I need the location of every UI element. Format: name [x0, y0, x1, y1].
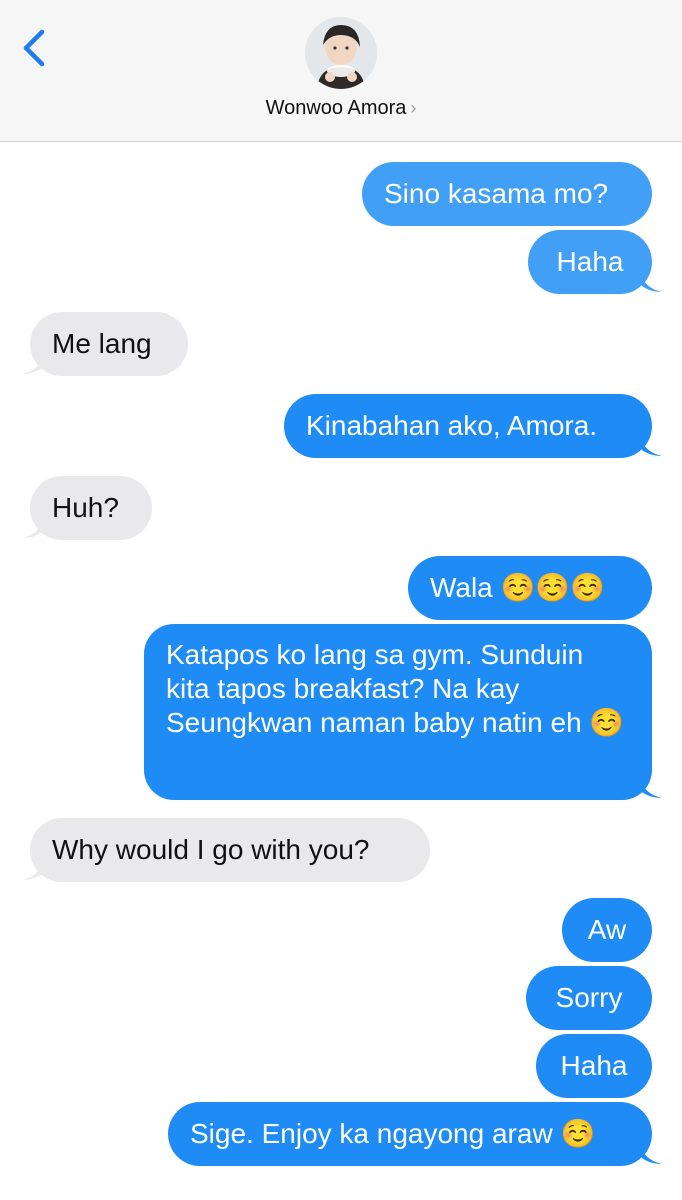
message-text: Me lang [52, 328, 152, 359]
message-bubble-sent[interactable]: Haha [536, 1034, 652, 1098]
message-text: Sino kasama mo? [384, 178, 609, 209]
message-text: Wala ☺️☺️☺️ [430, 572, 606, 603]
bubble-tail [640, 778, 666, 800]
bubble-tail [18, 860, 44, 882]
message-text: Sige. Enjoy ka ngayong araw ☺️ [190, 1118, 596, 1149]
message-bubble-sent[interactable]: Katapos ko lang sa gym. Sunduin kita tap… [144, 624, 652, 800]
bubble-tail [640, 1144, 666, 1166]
conversation-header: Wonwoo Amora › [0, 0, 682, 142]
message-thread[interactable]: Sino kasama mo? Haha Me lang Kinabahan a… [0, 142, 682, 1200]
message-bubble-sent[interactable]: Sino kasama mo? [362, 162, 652, 226]
message-bubble-sent[interactable]: Sorry [526, 966, 652, 1030]
message-text: Huh? [52, 492, 119, 523]
message-text: Haha [556, 246, 624, 277]
message-text: Why would I go with you? [52, 834, 370, 865]
contact-name-button[interactable]: Wonwoo Amora › [0, 97, 682, 120]
chevron-right-icon: › [410, 98, 417, 118]
bubble-tail [640, 272, 666, 294]
message-bubble-sent[interactable]: Aw [562, 898, 652, 962]
message-text: Katapos ko lang sa gym. Sunduin kita tap… [166, 639, 625, 738]
bubble-tail [640, 436, 666, 458]
back-button[interactable] [18, 26, 58, 70]
message-bubble-sent[interactable]: Sige. Enjoy ka ngayong araw ☺️ [168, 1102, 652, 1166]
message-bubble-received[interactable]: Huh? [30, 476, 152, 540]
message-bubble-received[interactable]: Why would I go with you? [30, 818, 430, 882]
chevron-left-icon [23, 29, 45, 67]
bubble-tail [18, 518, 44, 540]
message-text: Sorry [555, 982, 623, 1013]
message-bubble-received[interactable]: Me lang [30, 312, 188, 376]
bubble-tail [18, 354, 44, 376]
contact-avatar[interactable] [305, 17, 377, 89]
message-text: Haha [560, 1050, 628, 1081]
message-bubble-sent[interactable]: Wala ☺️☺️☺️ [408, 556, 652, 620]
message-bubble-sent[interactable]: Haha [528, 230, 652, 294]
message-text: Kinabahan ako, Amora. [306, 410, 598, 441]
message-bubble-sent[interactable]: Kinabahan ako, Amora. [284, 394, 652, 458]
message-text: Aw [587, 914, 627, 945]
contact-name: Wonwoo Amora [265, 97, 407, 119]
